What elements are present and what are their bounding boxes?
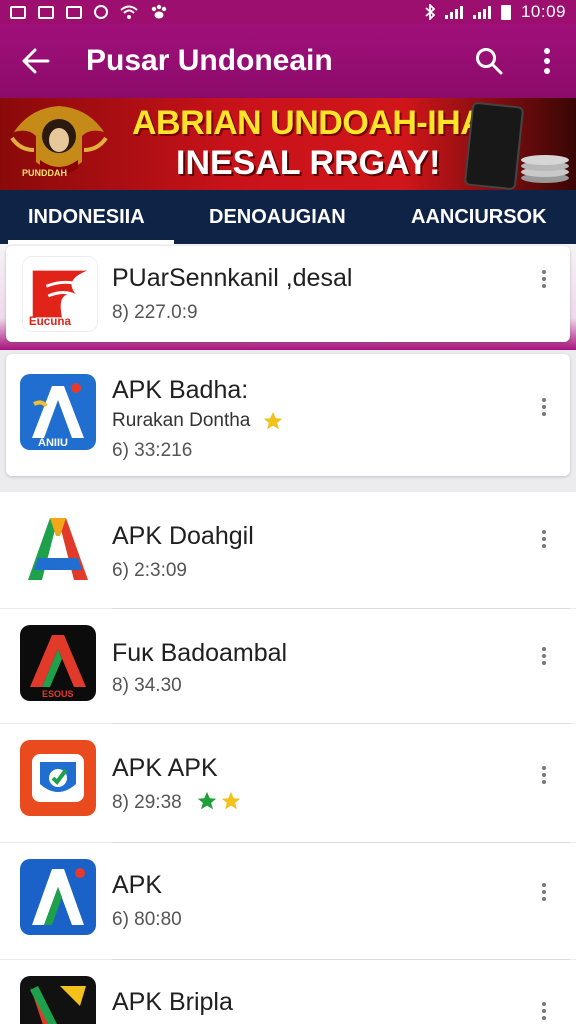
tab-aanciursok[interactable]: AANCIURSOK [411, 190, 547, 244]
app-icon-a-multicolor [20, 510, 96, 586]
item-more-button[interactable] [534, 877, 554, 907]
app-icon-shield [20, 740, 96, 816]
overflow-menu-button[interactable] [518, 24, 576, 98]
app-name: Fuκ Badoambal [112, 639, 288, 667]
battery-icon [500, 4, 511, 20]
star-green-icon [197, 791, 217, 810]
app-meta: 8) 29:38 [112, 792, 182, 813]
app-name: APK Doahgil [112, 522, 254, 550]
app-name: PUarSennkanil ,desal [112, 264, 353, 292]
app-meta: 8) 34.30 [112, 675, 182, 696]
app-meta: 6) 80:80 [112, 909, 182, 930]
list-item[interactable]: APK Bripla [0, 960, 576, 1024]
app-icon-eucuna: Eucuna [22, 256, 98, 332]
app-icon-a-blue-gradient [20, 859, 96, 935]
item-more-button[interactable] [534, 760, 554, 790]
star-gold-icon [221, 791, 241, 810]
arrow-left-icon [22, 48, 50, 74]
image-notification-icon [10, 5, 26, 19]
app-icon-dark-partial [20, 976, 96, 1024]
banner-headline: ABRIAN UNDOAH-IHAIN [132, 104, 518, 142]
item-more-button[interactable] [534, 524, 554, 554]
coins-icon [521, 155, 569, 183]
phone-image [463, 101, 525, 190]
app-name: APK Badha: [112, 376, 249, 404]
tab-denoaugian[interactable]: DENOAUGIAN [209, 190, 346, 244]
list-item[interactable]: APK Doahgil 6) 2:3:09 [0, 492, 576, 608]
list-item[interactable]: ESOUS Fuκ Badoambal 8) 34.30 [0, 609, 576, 723]
svg-text:ANIIU: ANIIU [38, 437, 68, 449]
emblem-caption: PUNDDAH [22, 168, 67, 178]
banner-subheadline: INESAL RRGAY! [176, 144, 441, 182]
signal-icon [444, 5, 463, 19]
promo-banner[interactable]: PUNDDAH ABRIAN UNDOAH-IHAIN INESAL RRGAY… [0, 98, 576, 190]
star-gold-icon [263, 411, 283, 430]
app-name: APK Bripla [112, 988, 233, 1016]
item-more-button[interactable] [534, 996, 554, 1024]
paw-icon [151, 4, 167, 19]
status-time: 10:09 [520, 2, 566, 21]
item-more-button[interactable] [534, 641, 554, 671]
status-bar: 10:09 [0, 0, 576, 24]
item-more-button[interactable] [534, 264, 554, 294]
search-icon [476, 48, 503, 75]
tab-indonesiia[interactable]: INDONESIIA [28, 190, 145, 244]
list-item[interactable]: ANIIU APK Badha: Rurakan Dontha 6) 33:21… [6, 354, 570, 476]
app-name: APK [112, 871, 163, 899]
app-bar: Pusar Undoneain [0, 24, 576, 98]
app-meta: 6) 2:3:09 [112, 560, 187, 581]
svg-text:Eucuna: Eucuna [29, 315, 72, 328]
list-item[interactable]: APK APK 8) 29:38 [0, 724, 576, 842]
search-button[interactable] [460, 24, 518, 98]
list-item[interactable]: APK 6) 80:80 [0, 843, 576, 959]
list-item-featured[interactable]: Eucuna PUarSennkanil ,desal 8) 227.0:9 [6, 246, 570, 342]
app-meta: 8) 227.0:9 [112, 302, 198, 323]
page-title: Pusar Undoneain [86, 44, 333, 77]
signal-2-icon [472, 5, 491, 19]
wifi-icon [120, 5, 138, 19]
app-notification-icon [66, 5, 82, 19]
bluetooth-icon [425, 4, 435, 20]
category-tabs: INDONESIIA DENOAUGIAN AANCIURSOK [0, 190, 576, 244]
more-vertical-icon [544, 48, 550, 74]
app-icon-a-blue: ANIIU [20, 374, 96, 450]
app-meta: 6) 33:216 [112, 440, 193, 461]
app-icon-a-dark: ESOUS [20, 625, 96, 701]
back-button[interactable] [0, 24, 72, 98]
app-name: APK APK [112, 754, 218, 782]
svg-text:ESOUS: ESOUS [42, 689, 74, 699]
app-developer: Rurakan Dontha [112, 410, 251, 431]
sync-notification-icon [94, 5, 108, 19]
message-notification-icon [38, 5, 54, 19]
item-more-button[interactable] [534, 392, 554, 422]
